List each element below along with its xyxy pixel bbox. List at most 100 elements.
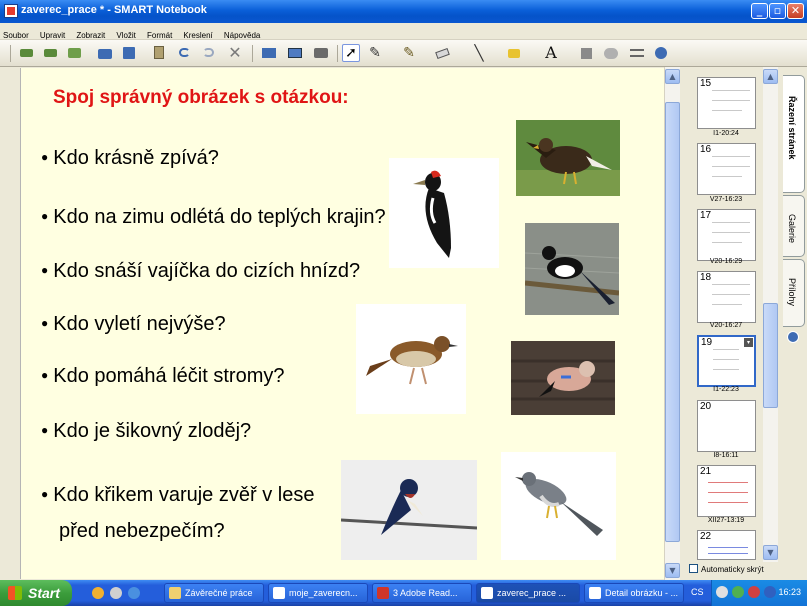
quicklaunch-icon[interactable] [128,587,140,599]
delete-icon[interactable]: ✕ [226,44,244,62]
page-thumbnail-selected[interactable]: 19 ▾ [697,335,756,387]
select-pointer-icon[interactable]: ➚ [342,44,360,62]
page-thumbnail[interactable]: 22 [697,530,756,560]
shapes-icon[interactable] [506,44,524,62]
question-7[interactable]: ● Kdo křikem varuje zvěř v lese [41,484,314,507]
thumbnail-label: XII27-13:19 [707,517,745,524]
page-thumbnail[interactable]: 17 [697,209,756,261]
start-button[interactable]: Start [0,580,72,606]
thumbnail-number: 17 [700,210,712,221]
add-page-icon[interactable] [66,44,84,62]
question-4[interactable]: ● Kdo vyletí nejvýše? [41,313,226,336]
menu-format[interactable]: Formát [144,27,175,40]
adobe-reader-icon [377,587,389,599]
task-moje-zaverecna[interactable]: moje_zaverecn... [268,583,368,603]
bullet-icon: ● [41,487,49,501]
text-icon[interactable]: A [542,44,560,62]
task-detail-obrazku[interactable]: Detail obrázku - ... [584,583,684,603]
scrollbar-thumb[interactable] [763,303,778,408]
paste-icon[interactable] [150,44,168,62]
menu-napoveda[interactable]: Nápověda [221,27,263,40]
save-icon[interactable] [120,44,138,62]
menu-zobrazit[interactable]: Zobrazit [73,27,108,40]
thumbnail-number: 21 [700,466,712,477]
question-5[interactable]: ● Kdo pomáhá léčit stromy? [41,365,284,388]
task-zaverecne-prace[interactable]: Závěrečné práce [164,583,264,603]
tray-icon[interactable] [716,586,728,598]
page-thumbnail[interactable]: 15 [697,77,756,129]
menu-soubor[interactable]: Soubor [0,27,32,40]
screen-shade-icon[interactable] [260,44,278,62]
tray-icon[interactable] [764,586,776,598]
task-smart-notebook[interactable]: zaverec_prace ... [476,583,580,603]
eagle-image[interactable] [516,120,620,196]
quicklaunch-icon[interactable] [92,587,104,599]
start-label: Start [28,585,60,601]
creative-pen-icon[interactable]: ✎ [400,44,418,62]
quicklaunch-icon[interactable] [110,587,122,599]
toolbar-customize-icon[interactable] [628,44,646,62]
next-page-icon[interactable] [42,44,60,62]
screen-capture-icon[interactable] [312,44,330,62]
scrollbar-thumb[interactable] [665,102,680,542]
page-thumbnail[interactable]: 18 [697,271,756,323]
task-adobe-reader[interactable]: 3 Adobe Read... [372,583,472,603]
thumbnail-menu-icon[interactable]: ▾ [744,338,753,347]
tray-icon[interactable] [748,586,760,598]
menu-kresleni[interactable]: Kreslení [180,27,215,40]
page-thumbnail[interactable]: 16 [697,143,756,195]
scroll-down-icon[interactable]: ▼ [763,545,778,560]
close-button[interactable]: ✕ [787,3,804,19]
jay-image[interactable] [511,341,615,415]
menu-vlozit[interactable]: Vložit [113,27,139,40]
smart-notebook-app-icon [4,4,18,18]
page-thumbnail[interactable]: 21 [697,465,756,517]
tab-label: Galerie [787,214,797,244]
magpie-image[interactable] [525,223,619,315]
tray-icon[interactable] [732,586,744,598]
page-thumbnail[interactable]: 20 [697,400,756,452]
tab-gallery[interactable]: Galerie [783,195,805,257]
toolbar-separator [10,45,11,62]
tab-attachments[interactable]: Přílohy [783,259,805,327]
toolbar-separator [252,45,253,62]
page-scrollbar[interactable]: ▲ ▼ [664,67,680,580]
minimize-button[interactable]: _ [751,3,768,19]
scroll-down-icon[interactable]: ▼ [665,563,680,578]
system-tray: 16:23 [711,580,807,606]
line-icon[interactable]: ╲ [470,44,488,62]
toolbar-move-icon[interactable] [652,44,670,62]
checkbox-icon[interactable] [689,564,698,573]
question-6[interactable]: ● Kdo je šikovný zloděj? [41,420,251,443]
scroll-up-icon[interactable]: ▲ [665,69,680,84]
previous-page-icon[interactable] [18,44,36,62]
question-2[interactable]: ● Kdo na zimu odlétá do teplých krajin? [41,206,386,229]
maximize-button[interactable]: ▫ [769,3,786,19]
scroll-up-icon[interactable]: ▲ [763,69,778,84]
woodpecker-image[interactable] [389,158,499,268]
full-screen-icon[interactable] [286,44,304,62]
open-file-icon[interactable] [96,44,114,62]
pen-icon[interactable]: ✎ [366,44,384,62]
fill-icon[interactable] [578,44,596,62]
notebook-page[interactable]: Spoj správný obrázek s otázkou: ● Kdo krá… [20,68,664,579]
question-3[interactable]: ● Kdo snáší vajíčka do cizích hnízd? [41,260,360,283]
redo-icon[interactable] [200,44,218,62]
undo-icon[interactable] [176,44,194,62]
menu-upravit[interactable]: Upravit [37,27,68,40]
nightingale-image[interactable] [356,304,466,414]
tab-page-sorter[interactable]: Řazení stránek [783,75,805,193]
question-text: Kdo je šikovný zloděj? [53,420,252,442]
thumbnail-number: 22 [700,531,712,542]
thumbnail-number: 16 [700,144,712,155]
cuckoo-image[interactable] [501,452,616,560]
properties-icon[interactable] [602,44,620,62]
sorter-scrollbar[interactable]: ▲ ▼ [763,67,778,562]
swallow-image[interactable] [341,460,477,560]
language-indicator[interactable]: CS [691,587,704,597]
thumbnail-label: I8-16:11 [713,452,739,459]
move-sidebar-icon[interactable] [787,331,799,343]
eraser-icon[interactable] [434,44,452,62]
question-1[interactable]: ● Kdo krásně zpívá? [41,147,219,170]
auto-hide-checkbox[interactable]: Automaticky skrýt [689,564,764,574]
